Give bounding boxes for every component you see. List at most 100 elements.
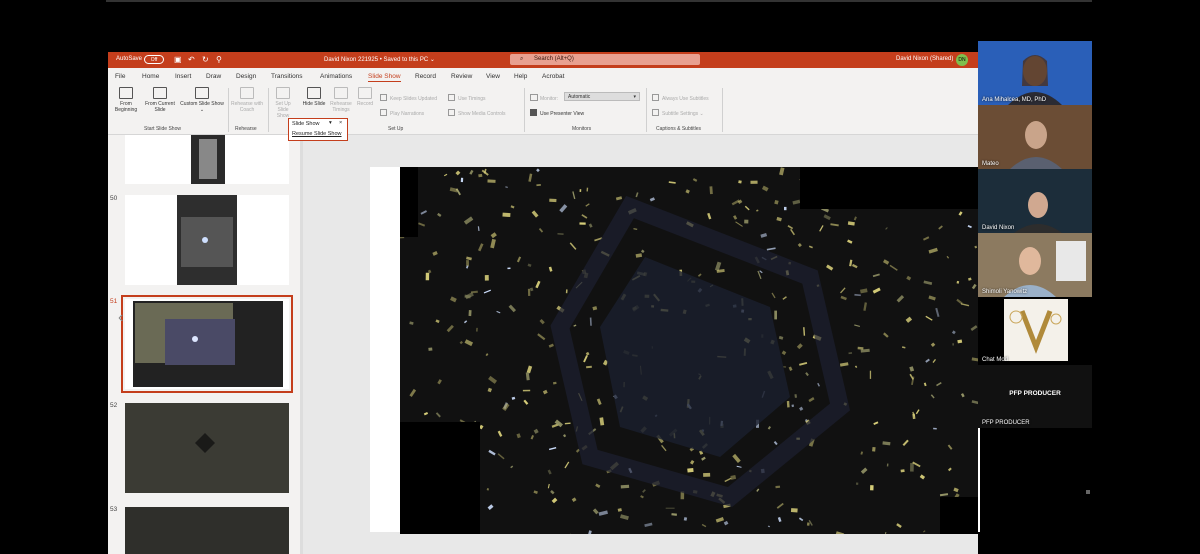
popup-title: Slide Show	[292, 121, 320, 127]
participant-tile[interactable]: Shimoli Yanowitz	[978, 233, 1092, 297]
presenter-view-checkbox[interactable]	[530, 109, 537, 116]
slide-thumbnail[interactable]	[125, 195, 289, 285]
show-media-checkbox[interactable]	[448, 109, 455, 116]
slide-show-popup: Slide Show ▾ × Resume Slide Show	[288, 118, 348, 141]
participant-tile[interactable]: Mateo	[978, 105, 1092, 169]
slide-thumbnail[interactable]	[125, 403, 289, 493]
crystal-speck	[527, 288, 531, 296]
undo-icon[interactable]: ↶	[188, 55, 195, 64]
ribbon: From Beginning From Current Slide Custom…	[108, 84, 978, 135]
close-icon[interactable]: ×	[339, 120, 342, 126]
tab-file[interactable]: File	[115, 73, 125, 80]
crystal-speck	[869, 370, 872, 379]
tab-slide-show[interactable]: Slide Show	[368, 73, 401, 82]
always-use-subtitles-option[interactable]: Always Use Subtitles	[652, 94, 709, 102]
ribbon-separator	[722, 88, 723, 132]
crystal-speck	[468, 310, 472, 317]
keep-updated-checkbox[interactable]	[380, 94, 387, 101]
participant-tile[interactable]: Ana Mihalcea, MD, PhD	[978, 41, 1092, 105]
crystal-speck	[870, 485, 874, 491]
hide-slide-label: Hide Slide	[302, 101, 326, 107]
search-icon: ⌕	[520, 56, 524, 62]
crystal-speck	[478, 173, 483, 178]
from-beginning-button[interactable]: From Beginning	[110, 87, 142, 113]
search-box[interactable]: ⌕ Search (Alt+Q)	[510, 54, 700, 65]
crystal-speck	[476, 327, 478, 332]
tab-help[interactable]: Help	[514, 73, 527, 80]
use-timings-option[interactable]: Use Timings	[448, 94, 486, 102]
hide-slide-button[interactable]: Hide Slide	[302, 87, 326, 107]
coach-icon	[240, 87, 254, 99]
redo-icon[interactable]: ↻	[202, 55, 209, 64]
crystal-speck	[487, 179, 496, 183]
tab-acrobat[interactable]: Acrobat	[542, 73, 564, 80]
use-presenter-view-option[interactable]: Use Presenter View	[530, 109, 584, 117]
collapse-arrow-icon[interactable]: ‹	[118, 309, 123, 327]
monitor-dropdown[interactable]: Automatic ▾	[564, 92, 640, 101]
slide-thumbnail[interactable]	[125, 135, 289, 184]
tab-design[interactable]: Design	[236, 73, 256, 80]
from-beginning-label: From Beginning	[114, 101, 138, 113]
user-avatar[interactable]: DN	[956, 54, 968, 66]
group-rehearse: Rehearse	[235, 126, 257, 132]
crystal-speck	[522, 389, 531, 392]
set-up-slide-show-button[interactable]: Set Up Slide Show	[272, 87, 294, 119]
group-monitors: Monitors	[572, 126, 592, 132]
play-narrations-checkbox[interactable]	[380, 109, 387, 116]
crystal-speck	[460, 177, 464, 183]
chat-mod-logo	[1004, 299, 1068, 361]
tab-draw[interactable]: Draw	[206, 73, 221, 80]
tab-view[interactable]: View	[486, 73, 500, 80]
chevron-down-icon[interactable]: ▾	[329, 120, 332, 126]
crystal-speck	[783, 366, 787, 368]
autosave-toggle[interactable]: Off	[144, 55, 164, 64]
thumbnail-scrollbar[interactable]	[300, 135, 303, 554]
slide-thumbnail[interactable]	[125, 507, 289, 554]
always-subtitles-checkbox[interactable]	[652, 94, 659, 101]
custom-slide-show-button[interactable]: Custom Slide Show ⌄	[180, 87, 224, 113]
use-timings-checkbox[interactable]	[448, 94, 455, 101]
group-captions-subtitles: Captions & Subtitles	[656, 126, 702, 132]
customize-icon[interactable]: ⚲	[216, 55, 222, 64]
play-narrations-option[interactable]: Play Narrations	[380, 109, 424, 117]
document-title[interactable]: David Nixon 221925 • Saved to this PC ⌄	[324, 56, 435, 63]
slide-image	[133, 301, 283, 387]
ribbon-separator	[524, 88, 525, 132]
slide-number: 51	[110, 298, 118, 305]
show-media-controls-option[interactable]: Show Media Controls	[448, 109, 506, 117]
custom-show-icon	[195, 87, 209, 99]
keep-slides-updated-option[interactable]: Keep Slides Updated	[380, 94, 437, 102]
ribbon-separator	[228, 88, 229, 132]
crystal-speck	[910, 463, 914, 472]
tab-insert[interactable]: Insert	[175, 73, 191, 80]
chevron-down-icon: ▾	[633, 94, 636, 100]
tab-record[interactable]: Record	[415, 73, 436, 80]
crystal-speck	[579, 222, 586, 225]
rehearse-timings-button[interactable]: Rehearse Timings	[328, 87, 354, 113]
powerpoint-window: AutoSave Off ▣ ↶ ↻ ⚲ David Nixon 221925 …	[108, 52, 980, 554]
crystal-speck	[579, 189, 582, 192]
slide-image	[177, 195, 237, 285]
from-current-slide-button[interactable]: From Current Slide	[142, 87, 178, 113]
record-button[interactable]: Record	[354, 87, 376, 107]
producer-caption: PFP PRODUCER	[1009, 390, 1061, 397]
participant-tile[interactable]: David Nixon	[978, 169, 1092, 233]
tab-transitions[interactable]: Transitions	[271, 73, 303, 80]
tab-home[interactable]: Home	[142, 73, 159, 80]
resume-slide-show-item[interactable]: Resume Slide Show	[292, 131, 342, 137]
crystal-speck	[709, 186, 713, 195]
tab-animations[interactable]: Animations	[320, 73, 352, 80]
subtitle-settings-button[interactable]: Subtitle Settings ⌄	[652, 109, 704, 117]
save-icon[interactable]: ▣	[174, 55, 182, 64]
tab-review[interactable]: Review	[451, 73, 472, 80]
slide-canvas[interactable]	[370, 167, 980, 534]
crystal-speck	[466, 260, 470, 267]
user-name[interactable]: David Nixon (Shared)	[896, 56, 953, 62]
rehearse-with-coach-button[interactable]: Rehearse with Coach	[230, 87, 264, 113]
slide-number: 53	[110, 506, 118, 513]
monitor-icon	[530, 94, 538, 101]
slide-thumbnail-selected[interactable]	[121, 295, 293, 393]
participant-tile[interactable]: Chat Mod	[978, 297, 1092, 365]
slideshow-current-icon	[153, 87, 167, 99]
participant-tile[interactable]: PFP PRODUCER PFP PRODUCER	[978, 365, 1092, 428]
